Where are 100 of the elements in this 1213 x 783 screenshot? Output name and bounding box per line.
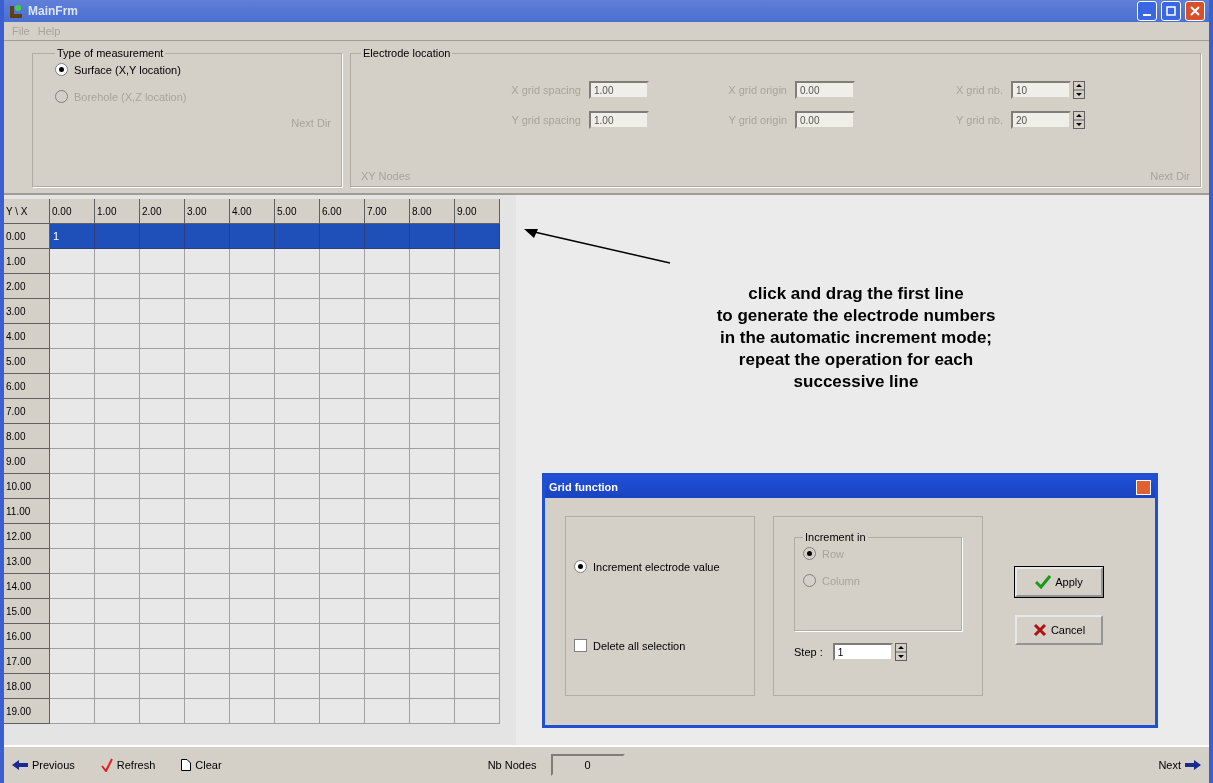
grid-cell[interactable] [230,399,275,424]
spin-field[interactable]: 20 [1011,111,1071,129]
grid-cell[interactable] [275,474,320,499]
grid-cell[interactable] [320,599,365,624]
grid-cell[interactable] [140,599,185,624]
grid-cell[interactable] [455,549,500,574]
grid-cell[interactable] [95,649,140,674]
grid-cell[interactable] [185,599,230,624]
row-header[interactable]: 0.00 [4,224,50,249]
spin-arrows-icon[interactable] [894,643,907,661]
grid-cell[interactable] [95,574,140,599]
grid-cell[interactable] [275,349,320,374]
grid-cell[interactable] [455,249,500,274]
grid-cell[interactable] [50,399,95,424]
grid-cell[interactable] [230,499,275,524]
grid-cell[interactable] [185,674,230,699]
grid-cell[interactable] [140,524,185,549]
grid-cell[interactable] [365,224,410,249]
grid-cell[interactable] [365,599,410,624]
grid-cell[interactable] [185,224,230,249]
input-field[interactable]: 0.00 [795,111,855,129]
grid-cell[interactable] [185,574,230,599]
grid-cell[interactable] [140,474,185,499]
grid-cell[interactable] [275,399,320,424]
grid-cell[interactable] [50,599,95,624]
grid-cell[interactable] [320,574,365,599]
row-header[interactable]: 12.00 [4,524,50,549]
grid-cell[interactable] [410,674,455,699]
grid-cell[interactable] [185,524,230,549]
refresh-button[interactable]: Refresh [100,758,156,772]
grid-cell[interactable] [95,624,140,649]
grid-cell[interactable] [185,549,230,574]
grid-cell[interactable] [185,649,230,674]
grid-cell[interactable] [275,449,320,474]
grid-cell[interactable] [410,399,455,424]
previous-button[interactable]: Previous [12,759,75,771]
grid-cell[interactable] [140,249,185,274]
grid-cell[interactable] [275,649,320,674]
grid-cell[interactable] [320,324,365,349]
grid-cell[interactable] [140,649,185,674]
spin-arrows-icon[interactable] [1073,111,1085,129]
grid-cell[interactable] [50,374,95,399]
grid-cell[interactable] [140,424,185,449]
grid-cell[interactable] [95,299,140,324]
grid-cell[interactable] [95,699,140,724]
row-header[interactable]: 10.00 [4,474,50,499]
grid-cell[interactable] [185,399,230,424]
grid-cell[interactable] [410,374,455,399]
grid-cell[interactable] [320,474,365,499]
grid-cell[interactable] [455,274,500,299]
radio-button[interactable] [574,560,587,573]
grid-cell[interactable] [95,399,140,424]
grid-cell[interactable] [365,699,410,724]
spin-arrows-icon[interactable] [1073,81,1085,99]
grid-cell[interactable] [230,424,275,449]
grid-cell[interactable] [410,274,455,299]
grid-cell[interactable] [185,249,230,274]
grid-cell[interactable] [455,574,500,599]
grid-cell[interactable] [50,249,95,274]
grid-cell[interactable] [455,449,500,474]
grid-cell[interactable] [455,599,500,624]
row-header[interactable]: 16.00 [4,624,50,649]
grid-cell[interactable] [230,599,275,624]
grid-cell[interactable] [275,374,320,399]
grid-cell[interactable] [320,374,365,399]
checkbox[interactable] [574,639,587,652]
step-field[interactable]: 1 [832,643,893,661]
grid-cell[interactable] [320,549,365,574]
grid-cell[interactable] [50,299,95,324]
grid-cell[interactable] [275,574,320,599]
grid-cell[interactable] [230,624,275,649]
spin-field[interactable]: 10 [1011,81,1071,99]
grid-cell[interactable] [320,674,365,699]
grid-cell[interactable] [320,699,365,724]
grid-cell[interactable] [455,674,500,699]
grid-cell[interactable] [320,499,365,524]
grid-cell[interactable] [410,524,455,549]
row-header[interactable]: 11.00 [4,499,50,524]
grid-cell[interactable] [365,324,410,349]
grid-cell[interactable] [140,674,185,699]
grid-cell[interactable] [320,349,365,374]
grid-cell[interactable] [185,349,230,374]
grid-cell[interactable] [185,274,230,299]
grid-cell[interactable] [365,449,410,474]
grid-cell[interactable] [230,274,275,299]
grid-cell[interactable] [230,299,275,324]
apply-button[interactable]: Apply [1015,567,1103,597]
grid-cell[interactable] [230,224,275,249]
grid-cell[interactable] [455,299,500,324]
grid-cell[interactable] [95,549,140,574]
grid-cell[interactable] [455,349,500,374]
grid-cell[interactable] [455,224,500,249]
grid-cell[interactable] [230,674,275,699]
grid-cell[interactable] [185,324,230,349]
grid-cell[interactable] [50,349,95,374]
grid-cell[interactable] [140,274,185,299]
grid-cell[interactable] [140,574,185,599]
input-field[interactable]: 1.00 [589,81,649,99]
grid-cell[interactable] [95,449,140,474]
grid-cell[interactable] [50,674,95,699]
